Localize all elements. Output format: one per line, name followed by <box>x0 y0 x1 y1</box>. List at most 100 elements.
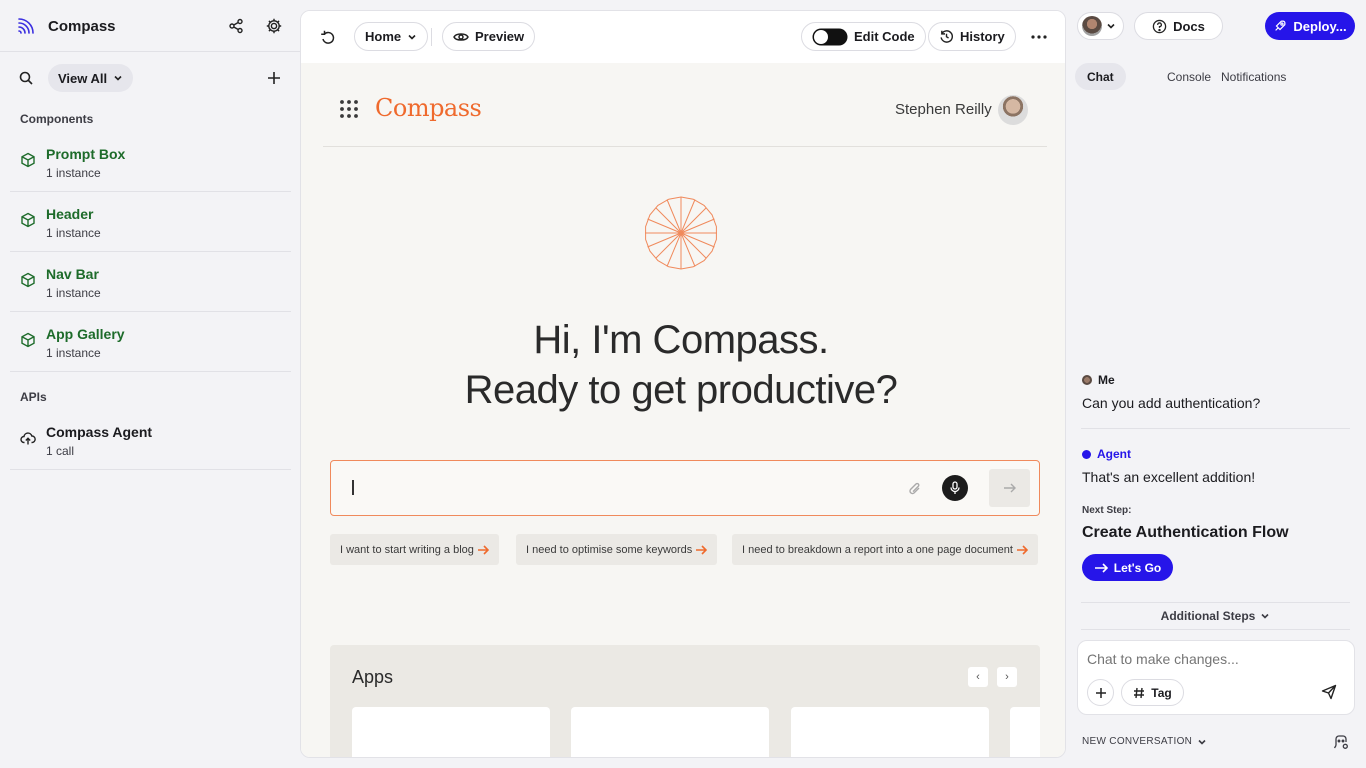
cloud-upload-icon <box>20 430 36 446</box>
account-avatar <box>1082 16 1102 36</box>
app-card[interactable] <box>1010 707 1040 757</box>
suggestion-chip-keywords[interactable]: I need to optimise some keywords <box>516 534 718 565</box>
search-icon[interactable] <box>15 67 37 89</box>
app-gallery: Apps ‹ › <box>330 645 1040 757</box>
next-step-label: Next Step: <box>1082 505 1132 516</box>
app-canvas: Compass Stephen Reilly Hi, I'm Compass. … <box>301 63 1065 757</box>
compass-logo-icon <box>16 16 36 36</box>
chat-input[interactable] <box>1087 649 1337 669</box>
chevron-down-icon <box>1260 611 1270 621</box>
preview-frame: Home Preview Edit Code History Compass S… <box>300 10 1066 758</box>
header-divider <box>323 146 1047 147</box>
app-card[interactable] <box>352 707 550 757</box>
settings-gear-icon[interactable] <box>263 15 285 37</box>
edit-code-label: Edit Code <box>854 29 915 44</box>
share-icon[interactable] <box>225 15 247 37</box>
component-name: Prompt Box <box>46 146 126 162</box>
additional-steps-label: Additional Steps <box>1160 609 1256 623</box>
tab-chat[interactable]: Chat <box>1075 63 1126 90</box>
component-instances: 1 instance <box>46 166 101 180</box>
api-name: Compass Agent <box>46 424 153 440</box>
left-sidebar: Compass View All Components Prompt Box 1… <box>0 0 300 768</box>
docs-button[interactable]: Docs <box>1134 12 1223 40</box>
component-instances: 1 instance <box>46 286 101 300</box>
tag-button[interactable]: Tag <box>1121 679 1184 706</box>
user-avatar[interactable] <box>998 95 1028 125</box>
new-conversation-label: NEW CONVERSATION <box>1082 736 1193 747</box>
history-label: History <box>960 29 1005 44</box>
rocket-icon <box>1273 19 1287 33</box>
divider <box>1081 428 1350 429</box>
component-instances: 1 instance <box>46 346 101 360</box>
agent-message: That's an excellent addition! <box>1082 469 1256 485</box>
cube-icon <box>20 152 36 168</box>
component-name: Header <box>46 206 94 222</box>
arrow-right-icon <box>477 544 489 555</box>
components-title: Components <box>20 112 94 126</box>
component-item-app-gallery[interactable]: App Gallery 1 instance <box>10 312 291 372</box>
deploy-button[interactable]: Deploy... <box>1265 12 1355 40</box>
toggle-switch-icon <box>812 28 848 46</box>
suggestion-chip-blog[interactable]: I want to start writing a blog <box>330 534 499 565</box>
message-author-agent: Agent <box>1082 447 1131 461</box>
lets-go-label: Let's Go <box>1113 560 1162 575</box>
component-item-header[interactable]: Header 1 instance <box>10 192 291 252</box>
suggestion-chip-report[interactable]: I need to breakdown a report into a one … <box>732 534 1038 565</box>
account-menu[interactable] <box>1077 12 1124 40</box>
view-all-dropdown[interactable]: View All <box>48 64 134 92</box>
component-instances: 1 instance <box>46 226 101 240</box>
chevron-down-icon <box>1197 737 1207 747</box>
apps-title: Apps <box>352 667 394 687</box>
app-card[interactable] <box>791 707 989 757</box>
hero-heading-line1: Hi, I'm Compass. <box>533 318 829 362</box>
api-item-compass-agent[interactable]: Compass Agent 1 call <box>10 410 291 470</box>
chevron-down-icon <box>113 73 123 83</box>
new-conversation-dropdown[interactable]: NEW CONVERSATION <box>1082 736 1207 747</box>
preview-button[interactable]: Preview <box>442 22 536 51</box>
prompt-input[interactable] <box>330 460 1040 516</box>
right-panel: Docs Deploy... Chat Console Notification… <box>1066 0 1366 768</box>
compass-wordmark: Compass <box>375 94 482 122</box>
add-icon[interactable] <box>263 67 285 89</box>
chevron-down-icon <box>407 32 417 42</box>
undo-icon[interactable] <box>317 26 339 48</box>
paperclip-icon[interactable] <box>908 481 922 497</box>
editor-toolbar: Home Preview Edit Code History <box>301 11 1065 63</box>
tab-notifications[interactable]: Notifications <box>1209 63 1298 90</box>
suggestion-text: I need to breakdown a report into a one … <box>742 543 1013 556</box>
cube-icon <box>20 212 36 228</box>
view-all-label: View All <box>58 70 108 86</box>
more-options-icon[interactable] <box>1028 26 1050 48</box>
cube-icon <box>20 332 36 348</box>
edit-code-toggle[interactable]: Edit Code <box>801 22 926 51</box>
docs-label: Docs <box>1173 18 1205 34</box>
chevron-left-icon[interactable]: ‹ <box>968 667 988 687</box>
brand[interactable]: Compass <box>16 16 116 36</box>
history-button[interactable]: History <box>928 22 1016 51</box>
user-message: Can you add authentication? <box>1082 395 1261 411</box>
hash-icon <box>1133 687 1145 699</box>
arrow-right-icon <box>1094 562 1108 573</box>
message-author-me: Me <box>1082 373 1115 387</box>
page-select[interactable]: Home <box>354 22 429 51</box>
send-icon[interactable] <box>1321 684 1337 700</box>
history-icon <box>939 29 954 44</box>
app-grid-icon[interactable] <box>339 99 359 119</box>
app-name: Compass <box>48 17 116 35</box>
chat-settings-icon[interactable] <box>1333 734 1349 750</box>
app-card[interactable] <box>571 707 769 757</box>
chevron-down-icon <box>1106 21 1116 31</box>
microphone-icon[interactable] <box>942 475 968 501</box>
component-item-prompt-box[interactable]: Prompt Box 1 instance <box>10 132 291 192</box>
additional-steps-toggle[interactable]: Additional Steps <box>1081 607 1350 625</box>
lets-go-button[interactable]: Let's Go <box>1082 554 1173 581</box>
component-name: App Gallery <box>46 326 125 342</box>
api-calls: 1 call <box>46 444 75 458</box>
arrow-right-icon <box>1016 544 1028 555</box>
arrow-right-icon <box>695 544 708 555</box>
send-arrow-icon[interactable] <box>989 469 1030 507</box>
component-item-nav-bar[interactable]: Nav Bar 1 instance <box>10 252 291 312</box>
suggestion-text: I want to start writing a blog <box>340 543 474 556</box>
add-attachment-icon[interactable] <box>1087 679 1114 706</box>
chevron-right-icon[interactable]: › <box>997 667 1017 687</box>
